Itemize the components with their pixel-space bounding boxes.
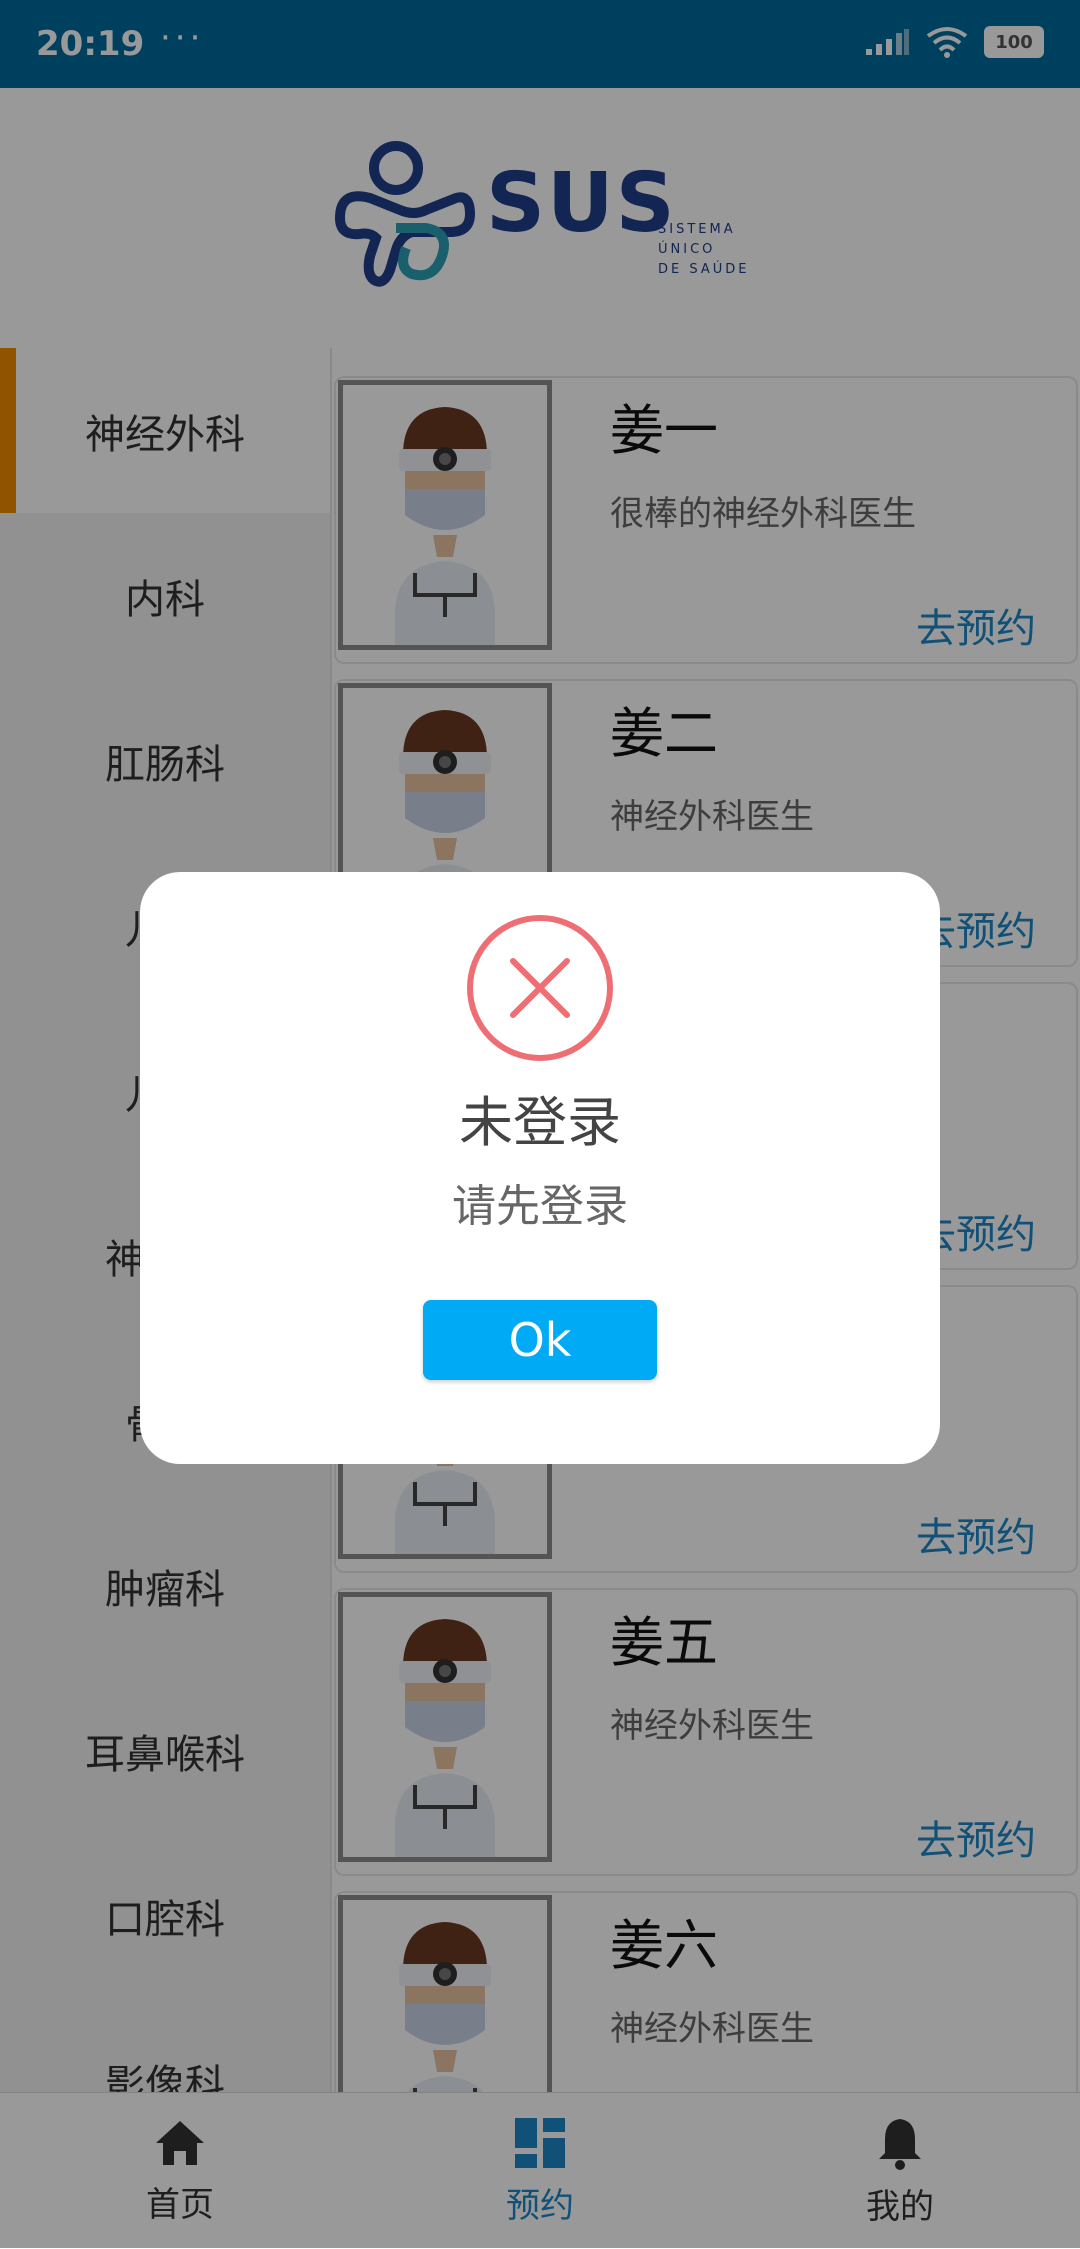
dialog-title: 未登录	[459, 1091, 621, 1154]
dialog-message: 请先登录	[452, 1181, 628, 1232]
error-x-icon	[467, 915, 613, 1061]
ok-button[interactable]: Ok	[423, 1300, 657, 1380]
login-required-dialog: 未登录 请先登录 Ok	[140, 872, 940, 1464]
